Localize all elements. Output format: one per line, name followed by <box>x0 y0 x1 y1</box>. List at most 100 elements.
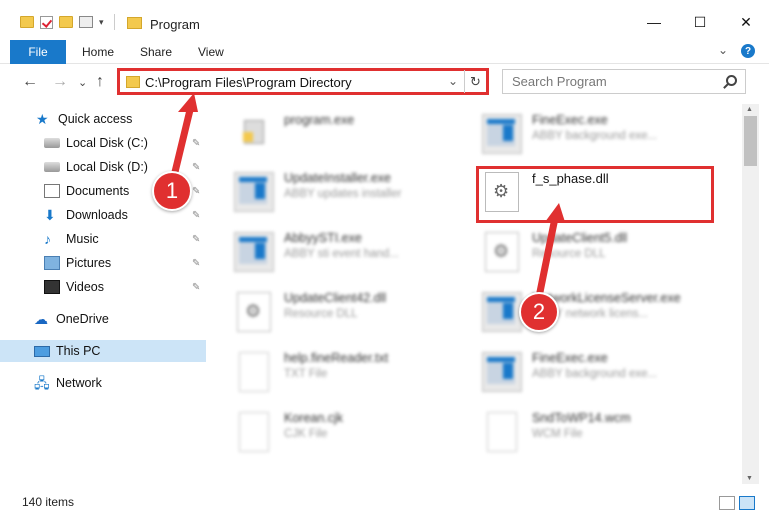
toolbar-divider <box>113 14 115 30</box>
file-item-updateclient5-dll[interactable]: UpdateClient5.dll Resource DLL <box>482 228 732 278</box>
file-name: AbbyySTI.exe <box>284 231 362 245</box>
pin-icon: ✎ <box>192 282 201 293</box>
view-switcher <box>719 496 755 510</box>
sidebar-item-videos[interactable]: Videos ✎ <box>0 276 206 298</box>
music-icon: ♪ <box>44 231 51 247</box>
search-icon[interactable] <box>726 75 737 86</box>
sidebar-item-label: Downloads <box>66 208 128 222</box>
vertical-scrollbar[interactable]: ▲ ▼ <box>742 104 759 484</box>
sidebar-item-pictures[interactable]: Pictures ✎ <box>0 252 206 274</box>
scroll-up-icon[interactable]: ▲ <box>746 106 753 113</box>
file-item-fineexec-exe-2[interactable]: FineExec.exe ABBY background exe... <box>482 348 732 398</box>
tab-home[interactable]: Home <box>82 45 114 59</box>
sidebar-item-label: Local Disk (D:) <box>66 160 148 174</box>
file-description: Resource DLL <box>532 248 606 260</box>
sidebar-item-label: Network <box>56 376 102 390</box>
documents-icon <box>44 184 60 198</box>
scroll-down-icon[interactable]: ▼ <box>746 475 753 482</box>
up-button[interactable]: ↑ <box>96 73 104 91</box>
close-button[interactable]: ✕ <box>723 10 769 34</box>
executable-icon <box>482 352 522 392</box>
minimize-button[interactable]: — <box>631 10 677 34</box>
download-icon: ⬇ <box>44 207 56 223</box>
file-description: Resource DLL <box>284 308 358 320</box>
expand-ribbon-icon[interactable]: ⌄ <box>718 43 728 57</box>
disk-icon <box>44 138 60 148</box>
executable-icon <box>482 292 522 332</box>
computer-icon <box>34 345 50 357</box>
step-1-badge: 1 <box>152 171 192 211</box>
address-dropdown-icon[interactable]: ⌄ <box>448 74 458 88</box>
new-folder-icon[interactable] <box>59 16 73 28</box>
file-item-sndtowp14-wcm[interactable]: SndToWP14.wcm WCM File <box>482 408 732 458</box>
step-2-badge: 2 <box>519 292 559 332</box>
sidebar-item-onedrive[interactable]: ☁ OneDrive <box>0 308 206 330</box>
pin-icon: ✎ <box>192 162 201 173</box>
tab-view[interactable]: View <box>198 45 224 59</box>
file-item-korean-cjk[interactable]: Korean.cjk CJK File <box>234 408 484 458</box>
file-item-help-finereader-txt[interactable]: help.fineReader.txt TXT File <box>234 348 484 398</box>
pin-icon: ✎ <box>192 234 201 245</box>
sidebar-item-local-disk-c[interactable]: Local Disk (C:) ✎ <box>0 132 206 154</box>
large-icons-view-icon[interactable] <box>739 496 755 510</box>
file-item-fineexec-exe[interactable]: FineExec.exe ABBY background exe... <box>482 110 732 160</box>
refresh-button[interactable]: ↻ <box>464 70 486 93</box>
sidebar-item-this-pc[interactable]: This PC <box>0 340 206 362</box>
address-path[interactable]: C:\Program Files\Program Directory <box>145 75 352 90</box>
file-description: ABBY sti event hand... <box>284 248 399 260</box>
tab-share[interactable]: Share <box>140 45 172 59</box>
file-name: UpdateClient42.dll <box>284 291 387 305</box>
scrollbar-thumb[interactable] <box>744 116 757 166</box>
sidebar-item-network[interactable]: 🖧 Network <box>0 372 206 394</box>
search-box[interactable]: Search Program <box>502 69 746 94</box>
maximize-button[interactable]: ☐ <box>677 10 723 34</box>
sidebar-item-label: Documents <box>66 184 130 198</box>
ribbon: File Home Share View ⌄ ? <box>0 38 769 64</box>
file-item-program-exe[interactable]: program.exe <box>234 110 484 160</box>
help-icon[interactable]: ? <box>741 44 755 58</box>
navigation-pane: ★ Quick access Local Disk (C:) ✎ Local D… <box>0 104 206 484</box>
sidebar-item-label: Quick access <box>58 112 133 126</box>
sidebar-item-quick-access[interactable]: ★ Quick access <box>0 108 206 130</box>
title-bar: ▾ Program — ☐ ✕ <box>0 0 769 38</box>
quick-access-toolbar: ▾ <box>20 14 115 30</box>
file-name: help.fineReader.txt <box>284 351 389 365</box>
sidebar-item-label: Pictures <box>66 256 112 270</box>
details-view-icon[interactable] <box>719 496 735 510</box>
star-icon: ★ <box>36 111 49 127</box>
folder-icon[interactable] <box>20 16 34 28</box>
file-item-updateinstaller-exe[interactable]: UpdateInstaller.exe ABBY updates install… <box>234 168 484 218</box>
file-description: CJK File <box>284 428 328 440</box>
cloud-icon: ☁ <box>34 311 48 327</box>
sidebar-item-music[interactable]: ♪ Music ✎ <box>0 228 206 250</box>
executable-icon <box>234 172 274 212</box>
search-input[interactable]: Search Program <box>512 74 607 89</box>
executable-icon <box>234 232 274 272</box>
file-description: ABBY background exe... <box>532 130 658 142</box>
executable-icon <box>482 114 522 154</box>
dll-gear-icon <box>485 232 519 272</box>
videos-icon <box>44 280 60 294</box>
pin-icon: ✎ <box>192 258 201 269</box>
pictures-icon <box>44 256 60 270</box>
back-button[interactable]: ← <box>22 73 38 91</box>
address-bar[interactable]: C:\Program Files\Program Directory ⌄ ↻ <box>117 68 489 95</box>
recent-locations-button[interactable]: ⌄ <box>78 76 87 89</box>
properties-check-icon[interactable] <box>40 15 53 29</box>
disk-icon <box>44 162 60 172</box>
file-name: FineExec.exe <box>532 351 608 365</box>
application-icon <box>237 114 271 154</box>
file-name: program.exe <box>284 113 355 127</box>
generic-file-icon <box>239 412 269 452</box>
window-controls: — ☐ ✕ <box>631 10 769 34</box>
sidebar-item-label: Local Disk (C:) <box>66 136 148 150</box>
file-tab[interactable]: File <box>10 40 66 64</box>
toolbar-dropdown-icon[interactable]: ▾ <box>99 17 104 28</box>
target-file-highlight <box>476 166 714 223</box>
file-item-abbyysti-exe[interactable]: AbbyySTI.exe ABBY sti event hand... <box>234 228 484 278</box>
file-item-updateclient42-dll[interactable]: UpdateClient42.dll Resource DLL <box>234 288 484 338</box>
file-description: WCM File <box>532 428 583 440</box>
customize-toolbar-icon[interactable] <box>79 16 93 28</box>
file-name: Korean.cjk <box>284 411 344 425</box>
forward-button[interactable]: → <box>52 73 68 91</box>
